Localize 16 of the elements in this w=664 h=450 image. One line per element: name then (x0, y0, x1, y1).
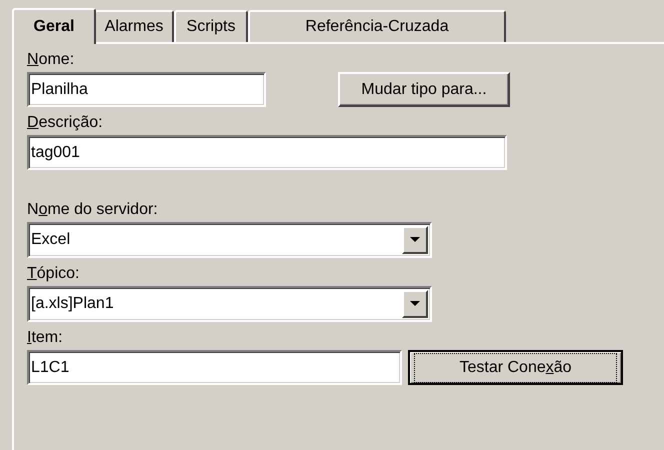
field-label: Nome do servidor: (27, 200, 159, 220)
tab[interactable]: Geral (12, 8, 96, 44)
field-label: Descrição: (27, 113, 104, 133)
push-button[interactable]: Mudar tipo para... (338, 72, 510, 107)
tab[interactable]: Scripts (174, 10, 248, 42)
field-label: Item: (27, 328, 64, 348)
tab[interactable]: Alarmes (94, 10, 174, 42)
field-label: Tópico: (27, 264, 80, 284)
field-label: Nome: (27, 50, 76, 70)
push-button[interactable]: Testar Conexão (408, 350, 623, 385)
text-field[interactable]: tag001 (27, 135, 507, 170)
dropdown[interactable]: [a.xls]Plan1 (27, 286, 432, 322)
dropdown[interactable]: Excel (27, 222, 432, 258)
text-field[interactable]: L1C1 (27, 350, 402, 385)
text-field[interactable]: Planilha (27, 72, 266, 107)
tab[interactable]: Referência-Cruzada (248, 10, 506, 42)
